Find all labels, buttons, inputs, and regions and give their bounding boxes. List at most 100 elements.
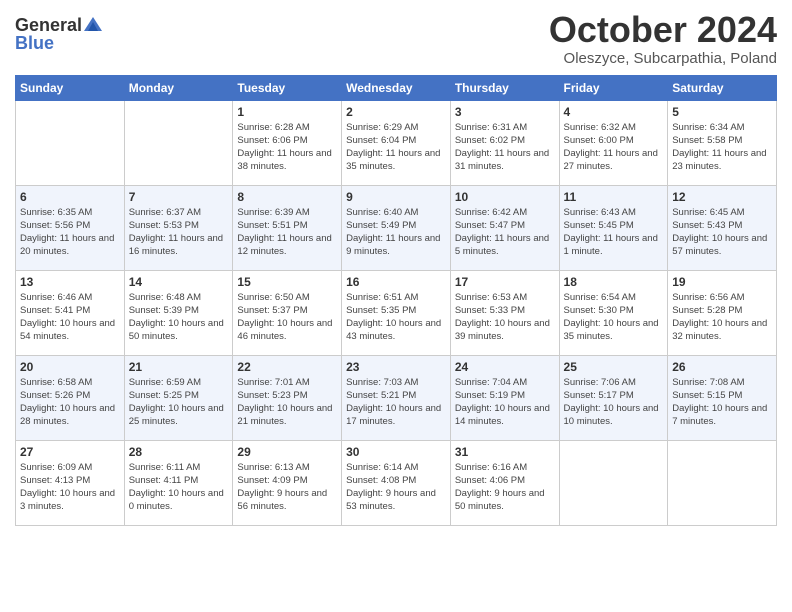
calendar-cell: 26 Sunrise: 7:08 AM Sunset: 5:15 PM Dayli… [668, 355, 777, 440]
day-info: Sunrise: 6:16 AM Sunset: 4:06 PM Dayligh… [455, 461, 555, 514]
day-info: Sunrise: 6:48 AM Sunset: 5:39 PM Dayligh… [129, 291, 229, 344]
day-number: 24 [455, 360, 555, 374]
location-subtitle: Oleszyce, Subcarpathia, Poland [549, 50, 777, 67]
calendar-cell: 24Sunrise: 7:04 AM Sunset: 5:19 PM Dayli… [450, 355, 559, 440]
logo-general: General [15, 16, 82, 34]
day-number: 21 [129, 360, 229, 374]
day-info: Sunrise: 6:14 AM Sunset: 4:08 PM Dayligh… [346, 461, 446, 514]
day-number: 11 [564, 190, 664, 204]
day-number: 15 [237, 275, 337, 289]
calendar-cell: 21Sunrise: 6:59 AM Sunset: 5:25 PM Dayli… [124, 355, 233, 440]
day-number: 22 [237, 360, 337, 374]
day-number: 17 [455, 275, 555, 289]
day-info: Sunrise: 7:08 AM Sunset: 5:15 PM Dayligh… [672, 376, 772, 429]
day-number: 31 [455, 445, 555, 459]
day-number: 4 [564, 105, 664, 119]
calendar-cell: 4 Sunrise: 6:32 AM Sunset: 6:00 PM Daylig… [559, 100, 668, 185]
calendar-cell: 7 Sunrise: 6:37 AM Sunset: 5:53 PM Daylig… [124, 185, 233, 270]
day-info: Sunrise: 6:51 AM Sunset: 5:35 PM Dayligh… [346, 291, 446, 344]
calendar-cell: 31 Sunrise: 6:16 AM Sunset: 4:06 PM Dayli… [450, 440, 559, 525]
day-number: 6 [20, 190, 120, 204]
calendar-cell: 11 Sunrise: 6:43 AM Sunset: 5:45 PM Dayli… [559, 185, 668, 270]
day-info: Sunrise: 6:39 AM Sunset: 5:51 PM Dayligh… [237, 206, 337, 259]
calendar-cell: 15 Sunrise: 6:50 AM Sunset: 5:37 PM Dayli… [233, 270, 342, 355]
day-info: Sunrise: 6:31 AM Sunset: 6:02 PM Dayligh… [455, 121, 555, 174]
day-info: Sunrise: 6:11 AM Sunset: 4:11 PM Dayligh… [129, 461, 229, 514]
col-header-saturday: Saturday [668, 75, 777, 100]
day-info: Sunrise: 6:50 AM Sunset: 5:37 PM Dayligh… [237, 291, 337, 344]
calendar-cell: 6 Sunrise: 6:35 AM Sunset: 5:56 PM Daylig… [16, 185, 125, 270]
calendar-table: SundayMondayTuesdayWednesdayThursdayFrid… [15, 75, 777, 526]
day-number: 28 [129, 445, 229, 459]
day-number: 13 [20, 275, 120, 289]
day-number: 8 [237, 190, 337, 204]
day-info: Sunrise: 6:13 AM Sunset: 4:09 PM Dayligh… [237, 461, 337, 514]
day-info: Sunrise: 6:43 AM Sunset: 5:45 PM Dayligh… [564, 206, 664, 259]
day-number: 29 [237, 445, 337, 459]
day-number: 25 [564, 360, 664, 374]
logo: General Blue [15, 10, 102, 52]
col-header-monday: Monday [124, 75, 233, 100]
calendar-cell: 12 Sunrise: 6:45 AM Sunset: 5:43 PM Dayli… [668, 185, 777, 270]
day-number: 12 [672, 190, 772, 204]
calendar-cell: 19 Sunrise: 6:56 AM Sunset: 5:28 PM Dayli… [668, 270, 777, 355]
day-info: Sunrise: 6:58 AM Sunset: 5:26 PM Dayligh… [20, 376, 120, 429]
calendar-cell: 18Sunrise: 6:54 AM Sunset: 5:30 PM Dayli… [559, 270, 668, 355]
col-header-thursday: Thursday [450, 75, 559, 100]
calendar-week-4: 20Sunrise: 6:58 AM Sunset: 5:26 PM Dayli… [16, 355, 777, 440]
day-number: 27 [20, 445, 120, 459]
day-number: 9 [346, 190, 446, 204]
calendar-cell: 16Sunrise: 6:51 AM Sunset: 5:35 PM Dayli… [342, 270, 451, 355]
col-header-sunday: Sunday [16, 75, 125, 100]
calendar-cell [124, 100, 233, 185]
calendar-cell: 8 Sunrise: 6:39 AM Sunset: 5:51 PM Daylig… [233, 185, 342, 270]
calendar-week-5: 27 Sunrise: 6:09 AM Sunset: 4:13 PM Dayli… [16, 440, 777, 525]
calendar-header-row: SundayMondayTuesdayWednesdayThursdayFrid… [16, 75, 777, 100]
day-number: 5 [672, 105, 772, 119]
day-info: Sunrise: 6:37 AM Sunset: 5:53 PM Dayligh… [129, 206, 229, 259]
col-header-wednesday: Wednesday [342, 75, 451, 100]
day-number: 3 [455, 105, 555, 119]
day-info: Sunrise: 6:42 AM Sunset: 5:47 PM Dayligh… [455, 206, 555, 259]
calendar-cell: 28 Sunrise: 6:11 AM Sunset: 4:11 PM Dayli… [124, 440, 233, 525]
calendar-cell [668, 440, 777, 525]
calendar-cell: 23Sunrise: 7:03 AM Sunset: 5:21 PM Dayli… [342, 355, 451, 440]
calendar-cell: 9 Sunrise: 6:40 AM Sunset: 5:49 PM Daylig… [342, 185, 451, 270]
day-number: 7 [129, 190, 229, 204]
day-info: Sunrise: 6:28 AM Sunset: 6:06 PM Dayligh… [237, 121, 337, 174]
day-info: Sunrise: 6:35 AM Sunset: 5:56 PM Dayligh… [20, 206, 120, 259]
calendar-week-1: 1Sunrise: 6:28 AM Sunset: 6:06 PM Daylig… [16, 100, 777, 185]
month-title: October 2024 [549, 10, 777, 50]
calendar-week-3: 13Sunrise: 6:46 AM Sunset: 5:41 PM Dayli… [16, 270, 777, 355]
day-number: 26 [672, 360, 772, 374]
day-info: Sunrise: 6:45 AM Sunset: 5:43 PM Dayligh… [672, 206, 772, 259]
calendar-cell: 10 Sunrise: 6:42 AM Sunset: 5:47 PM Dayli… [450, 185, 559, 270]
calendar-cell: 1Sunrise: 6:28 AM Sunset: 6:06 PM Daylig… [233, 100, 342, 185]
day-number: 19 [672, 275, 772, 289]
col-header-tuesday: Tuesday [233, 75, 342, 100]
calendar-cell: 30 Sunrise: 6:14 AM Sunset: 4:08 PM Dayli… [342, 440, 451, 525]
calendar-cell: 25Sunrise: 7:06 AM Sunset: 5:17 PM Dayli… [559, 355, 668, 440]
calendar-cell: 5 Sunrise: 6:34 AM Sunset: 5:58 PM Daylig… [668, 100, 777, 185]
calendar-cell: 2Sunrise: 6:29 AM Sunset: 6:04 PM Daylig… [342, 100, 451, 185]
day-info: Sunrise: 6:40 AM Sunset: 5:49 PM Dayligh… [346, 206, 446, 259]
day-info: Sunrise: 6:34 AM Sunset: 5:58 PM Dayligh… [672, 121, 772, 174]
day-info: Sunrise: 6:29 AM Sunset: 6:04 PM Dayligh… [346, 121, 446, 174]
calendar-cell: 3 Sunrise: 6:31 AM Sunset: 6:02 PM Daylig… [450, 100, 559, 185]
logo-icon [84, 17, 102, 31]
day-number: 23 [346, 360, 446, 374]
calendar-cell: 22Sunrise: 7:01 AM Sunset: 5:23 PM Dayli… [233, 355, 342, 440]
day-info: Sunrise: 6:32 AM Sunset: 6:00 PM Dayligh… [564, 121, 664, 174]
page-header: General Blue October 2024 Oleszyce, Subc… [15, 10, 777, 67]
day-info: Sunrise: 6:54 AM Sunset: 5:30 PM Dayligh… [564, 291, 664, 344]
day-number: 30 [346, 445, 446, 459]
logo-blue: Blue [15, 34, 54, 52]
title-block: October 2024 Oleszyce, Subcarpathia, Pol… [549, 10, 777, 67]
day-info: Sunrise: 6:09 AM Sunset: 4:13 PM Dayligh… [20, 461, 120, 514]
calendar-cell: 17Sunrise: 6:53 AM Sunset: 5:33 PM Dayli… [450, 270, 559, 355]
day-info: Sunrise: 6:56 AM Sunset: 5:28 PM Dayligh… [672, 291, 772, 344]
col-header-friday: Friday [559, 75, 668, 100]
day-number: 10 [455, 190, 555, 204]
calendar-week-2: 6 Sunrise: 6:35 AM Sunset: 5:56 PM Daylig… [16, 185, 777, 270]
calendar-cell: 14Sunrise: 6:48 AM Sunset: 5:39 PM Dayli… [124, 270, 233, 355]
